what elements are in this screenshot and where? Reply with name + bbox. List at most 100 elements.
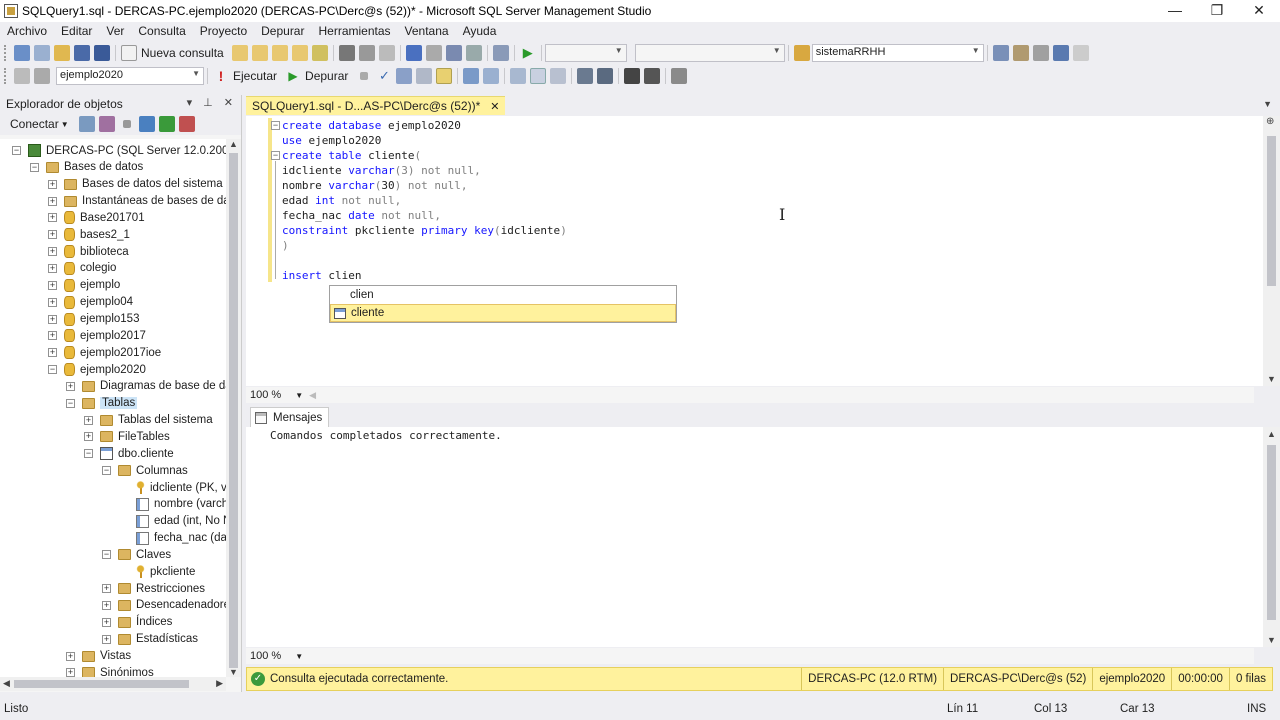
activity-monitor-icon[interactable] [178, 116, 195, 132]
tree-node[interactable]: − ejemplo2020 [48, 361, 146, 378]
tree-node[interactable]: − Claves [102, 546, 171, 563]
code-line[interactable]: insert clien [282, 268, 567, 283]
xmla-query-icon[interactable] [291, 45, 308, 61]
intellisense-icon[interactable] [436, 68, 453, 84]
scrollbar-thumb[interactable] [1267, 136, 1276, 286]
toolbar-options-icon[interactable] [1072, 45, 1089, 61]
code-line[interactable]: nombre varchar(30) not null, [282, 178, 567, 193]
scroll-left-icon[interactable]: ◀ [309, 390, 316, 401]
execute-icon[interactable]: ! [213, 68, 229, 84]
menu-ver[interactable]: Ver [99, 24, 131, 38]
disconnect-explorer-icon[interactable] [98, 116, 115, 132]
redo-icon[interactable] [425, 45, 442, 61]
expand-icon[interactable]: + [48, 230, 57, 240]
tree-node[interactable]: + Desencadenadore [102, 597, 226, 614]
expand-icon[interactable]: + [84, 432, 93, 442]
panel-controls[interactable]: ▾ ⊥ ✕ [187, 96, 237, 109]
activity-monitor-icon[interactable] [492, 45, 509, 61]
tree-node[interactable]: + biblioteca [48, 243, 129, 260]
cut-icon[interactable] [338, 45, 355, 61]
menu-editar[interactable]: Editar [54, 24, 99, 38]
expand-icon[interactable]: + [48, 348, 57, 358]
zoom-dropdown-icon[interactable]: ▼ [295, 391, 303, 400]
stop-icon[interactable] [122, 120, 131, 128]
minimize-button[interactable]: — [1154, 0, 1196, 22]
filter-icon[interactable] [138, 116, 155, 132]
live-stats-icon[interactable] [483, 68, 500, 84]
mdx-query-icon[interactable] [251, 45, 268, 61]
new-project-icon[interactable] [14, 45, 30, 61]
menu-archivo[interactable]: Archivo [0, 24, 54, 38]
restore-button[interactable]: ❐ [1196, 0, 1238, 22]
object-explorer-icon[interactable] [1012, 45, 1029, 61]
tree-node[interactable]: − Tablas [66, 395, 138, 412]
collapse-icon[interactable]: − [66, 398, 75, 408]
refresh-icon[interactable] [158, 116, 175, 132]
tree-node[interactable]: + Tablas del sistema [84, 412, 213, 429]
expand-icon[interactable]: + [48, 247, 57, 257]
fold-toggle-icon[interactable]: − [271, 121, 280, 130]
tab-dropdown-icon[interactable]: ▼ [1263, 99, 1272, 109]
expand-icon[interactable]: + [48, 213, 57, 223]
collapse-icon[interactable]: − [48, 365, 57, 375]
add-item-icon[interactable] [34, 45, 50, 61]
menu-depurar[interactable]: Depurar [254, 24, 311, 38]
query-designer-icon[interactable] [416, 68, 433, 84]
tree-node[interactable]: + Base201701 [48, 209, 145, 226]
menu-proyecto[interactable]: Proyecto [193, 24, 254, 38]
intellisense-popup[interactable]: clien cliente [329, 285, 677, 323]
expand-icon[interactable]: + [66, 651, 75, 661]
tab-messages[interactable]: Mensajes [250, 407, 330, 428]
close-window-button[interactable]: ✕ [1238, 0, 1280, 22]
expand-icon[interactable]: + [48, 263, 57, 273]
db-engine-query-icon[interactable] [231, 45, 248, 61]
specify-template-values-icon[interactable] [671, 68, 688, 84]
intellisense-item-selected[interactable]: cliente [330, 304, 676, 322]
tree-node[interactable]: idcliente (PK, v [120, 479, 226, 496]
decrease-indent-icon[interactable] [624, 68, 641, 84]
display-plan-icon[interactable] [396, 68, 413, 84]
code-line[interactable]: constraint pkcliente primary key(idclien… [282, 223, 567, 238]
save-icon[interactable] [74, 45, 90, 61]
undo-icon[interactable] [405, 45, 422, 61]
tree-node[interactable]: + ejemplo2017 [48, 327, 146, 344]
expand-icon[interactable]: + [102, 617, 111, 627]
parse-icon[interactable]: ✓ [376, 68, 392, 84]
tree-node[interactable]: + ejemplo153 [48, 311, 139, 328]
tree-node[interactable]: − DERCAS-PC (SQL Server 12.0.2000 - [12, 142, 226, 159]
tree-node[interactable]: + ejemplo [48, 277, 120, 294]
code-line[interactable]: ) [282, 238, 567, 253]
menu-ventana[interactable]: Ventana [398, 24, 456, 38]
copy-icon[interactable] [358, 45, 375, 61]
tree-node[interactable]: + ejemplo2017ioe [48, 344, 161, 361]
editor-zoom-combo[interactable]: 100 % [250, 389, 281, 401]
tree-node[interactable]: pkcliente [120, 563, 195, 580]
toolbar-grip[interactable] [4, 45, 8, 61]
close-tab-icon[interactable]: ✕ [490, 100, 499, 113]
tab-sqlquery1[interactable]: SQLQuery1.sql - D...AS-PC\Derc@s (52))* … [246, 96, 506, 115]
expand-icon[interactable]: + [48, 331, 57, 341]
navigate-back-icon[interactable] [445, 45, 462, 61]
expand-icon[interactable]: + [48, 297, 57, 307]
save-all-icon[interactable] [94, 45, 110, 61]
results-to-grid-icon[interactable] [530, 68, 547, 84]
tree-node[interactable]: − Bases de datos [30, 159, 143, 176]
code-line[interactable] [282, 253, 567, 268]
results-vertical-scrollbar[interactable]: ▲ ▼ [1263, 427, 1280, 647]
fold-toggle-icon[interactable]: − [271, 151, 280, 160]
results-to-text-icon[interactable] [510, 68, 527, 84]
properties-icon[interactable] [1032, 45, 1049, 61]
tree-node[interactable]: − Columnas [102, 462, 188, 479]
tree-node[interactable]: fecha_nac (dat [120, 530, 226, 547]
scrollbar-thumb[interactable] [1267, 445, 1276, 620]
new-query-button[interactable]: Nueva consulta [141, 46, 224, 60]
expand-icon[interactable]: + [48, 196, 57, 206]
tree-node[interactable]: edad (int, No N [120, 513, 226, 530]
tree-node[interactable]: + FileTables [84, 428, 170, 445]
expand-icon[interactable]: + [102, 600, 111, 610]
dmx-query-icon[interactable] [271, 45, 288, 61]
toolbar-grip[interactable] [4, 68, 8, 84]
start-debug-icon[interactable]: ▶ [520, 45, 536, 61]
tree-node[interactable]: − dbo.cliente [84, 445, 174, 462]
expand-icon[interactable]: + [102, 584, 111, 594]
